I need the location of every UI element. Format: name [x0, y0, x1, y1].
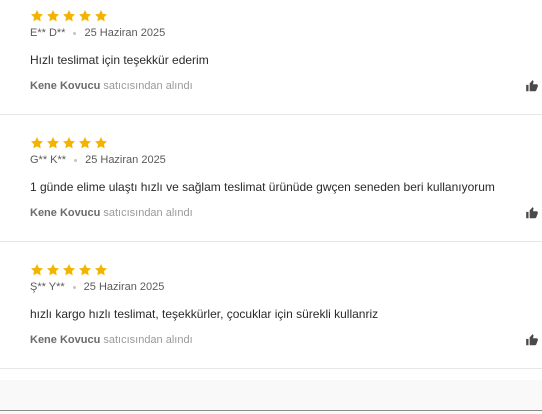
review-divider	[0, 368, 542, 369]
review-comment: hızlı kargo hızlı teslimat, teşekkürler,…	[30, 307, 379, 321]
star-icon	[62, 137, 76, 149]
thumbs-up-icon[interactable]	[525, 333, 539, 347]
review-date: 25 Haziran 2025	[84, 27, 166, 39]
star-icon	[94, 137, 108, 149]
review-item: E** D** 25 Haziran 2025 Hızlı teslimat i…	[0, 0, 542, 127]
separator-dot	[72, 285, 76, 289]
star-icon	[46, 264, 60, 276]
review-date: 25 Haziran 2025	[85, 154, 166, 166]
seller-name[interactable]: Kene Kovucu	[30, 207, 100, 219]
reviewer-name: E** D**	[30, 27, 66, 39]
star-rating	[30, 9, 108, 23]
star-icon	[62, 10, 76, 22]
review-item: Ş** Y** 25 Haziran 2025 hızlı kargo hızl…	[0, 254, 542, 381]
review-meta: Ş** Y** 25 Haziran 2025	[30, 281, 164, 293]
bottom-border	[0, 410, 542, 411]
reviewer-name: Ş** Y**	[30, 281, 65, 293]
star-icon	[94, 264, 108, 276]
star-icon	[46, 10, 60, 22]
seller-info: Kene Kovucu satıcısından alındı	[30, 207, 193, 219]
review-divider	[0, 114, 542, 115]
star-icon	[62, 264, 76, 276]
footer-background	[0, 380, 542, 414]
star-icon	[30, 137, 44, 149]
star-icon	[78, 10, 92, 22]
review-meta: E** D** 25 Haziran 2025	[30, 27, 165, 39]
thumbs-up-icon[interactable]	[525, 79, 539, 93]
star-rating	[30, 136, 108, 150]
star-icon	[78, 264, 92, 276]
seller-suffix: satıcısından alındı	[103, 207, 193, 219]
star-icon	[94, 10, 108, 22]
seller-name[interactable]: Kene Kovucu	[30, 80, 100, 92]
separator-dot	[73, 31, 77, 35]
review-meta: G** K** 25 Haziran 2025	[30, 154, 166, 166]
reviewer-name: G** K**	[30, 154, 67, 166]
thumbs-up-icon[interactable]	[525, 206, 539, 220]
star-rating	[30, 263, 108, 277]
review-date: 25 Haziran 2025	[83, 281, 165, 293]
separator-dot	[74, 158, 78, 162]
review-divider	[0, 241, 542, 242]
review-list: E** D** 25 Haziran 2025 Hızlı teslimat i…	[0, 0, 542, 380]
seller-suffix: satıcısından alındı	[103, 334, 193, 346]
seller-info: Kene Kovucu satıcısından alındı	[30, 80, 193, 92]
seller-info: Kene Kovucu satıcısından alındı	[30, 334, 193, 346]
seller-suffix: satıcısından alındı	[103, 80, 193, 92]
star-icon	[30, 10, 44, 22]
star-icon	[78, 137, 92, 149]
seller-name[interactable]: Kene Kovucu	[30, 334, 100, 346]
star-icon	[30, 264, 44, 276]
review-comment: Hızlı teslimat için teşekkür ederim	[30, 53, 209, 67]
star-icon	[46, 137, 60, 149]
review-item: G** K** 25 Haziran 2025 1 günde elime ul…	[0, 127, 542, 254]
review-comment: 1 günde elime ulaştı hızlı ve sağlam tes…	[30, 180, 495, 194]
